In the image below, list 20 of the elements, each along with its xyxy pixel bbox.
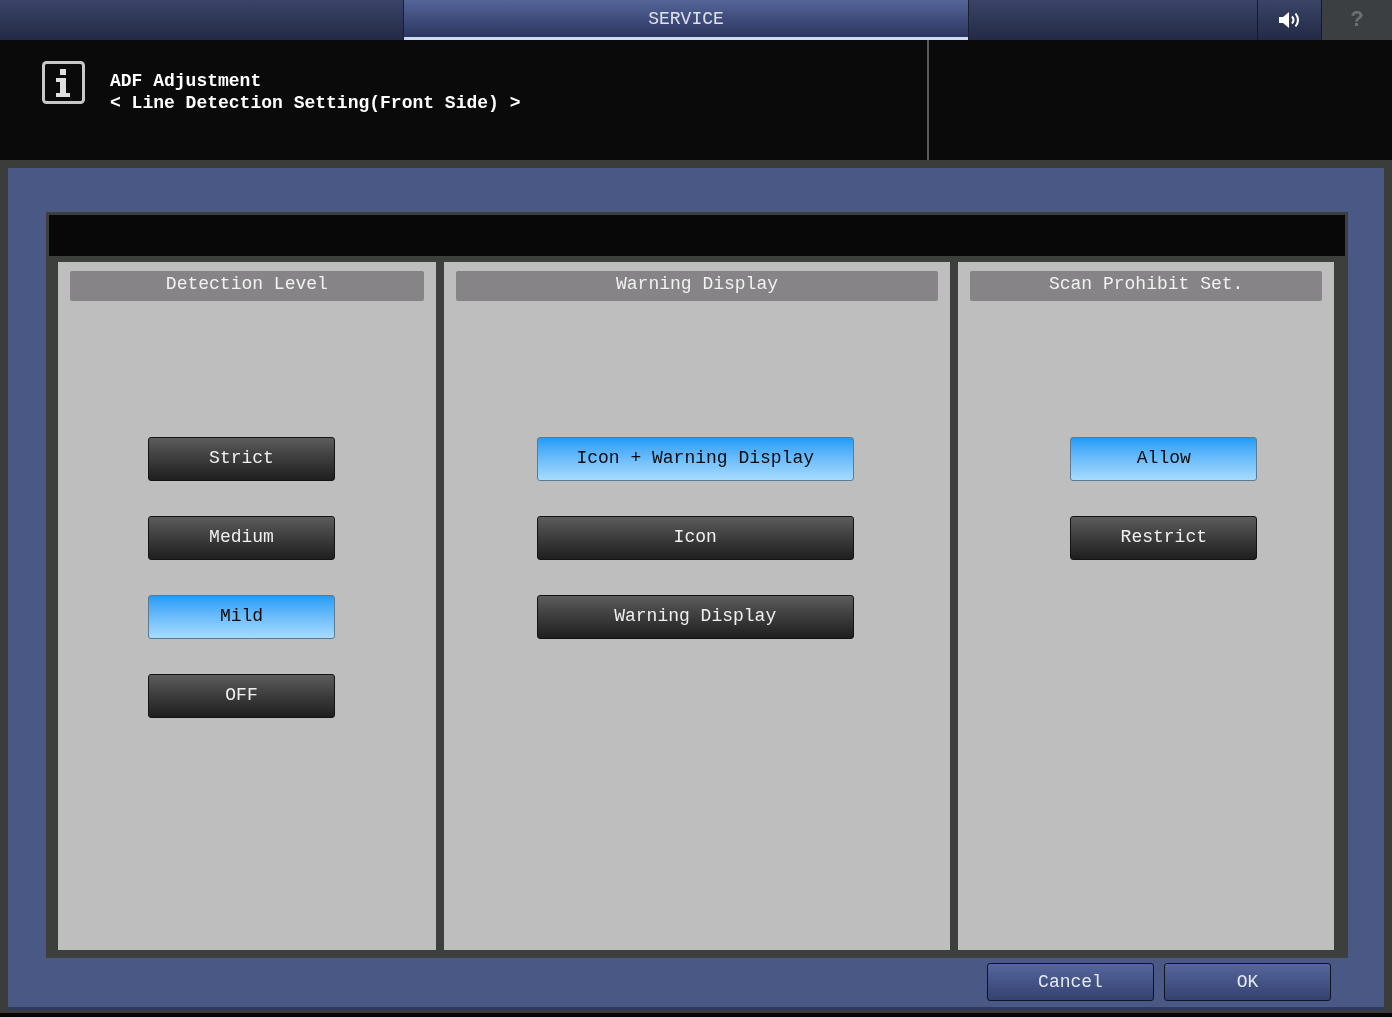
screen-title: ADF Adjustment bbox=[110, 70, 263, 92]
option-button[interactable]: Icon bbox=[536, 516, 854, 560]
option-button[interactable]: Medium bbox=[148, 516, 335, 560]
ok-button[interactable]: OK bbox=[1164, 963, 1331, 1001]
option-button[interactable]: Mild bbox=[148, 595, 335, 639]
sound-button[interactable] bbox=[1257, 0, 1322, 40]
option-button[interactable]: Warning Display bbox=[536, 595, 854, 639]
service-tab[interactable]: SERVICE bbox=[404, 0, 968, 40]
screen-subtitle: < Line Detection Setting(Front Side) > bbox=[110, 92, 521, 114]
info-icon bbox=[42, 61, 85, 104]
column-heading: Detection Level bbox=[70, 271, 424, 301]
speaker-icon bbox=[1278, 11, 1301, 29]
cancel-button[interactable]: Cancel bbox=[987, 963, 1154, 1001]
option-button[interactable]: Icon + Warning Display bbox=[536, 437, 854, 481]
column-heading: Warning Display bbox=[455, 271, 939, 301]
option-button[interactable]: Strict bbox=[148, 437, 335, 481]
option-button[interactable]: OFF bbox=[148, 674, 335, 718]
option-button[interactable]: Allow bbox=[1070, 437, 1258, 481]
option-button[interactable]: Restrict bbox=[1070, 516, 1258, 560]
column-heading: Scan Prohibit Set. bbox=[970, 271, 1322, 301]
